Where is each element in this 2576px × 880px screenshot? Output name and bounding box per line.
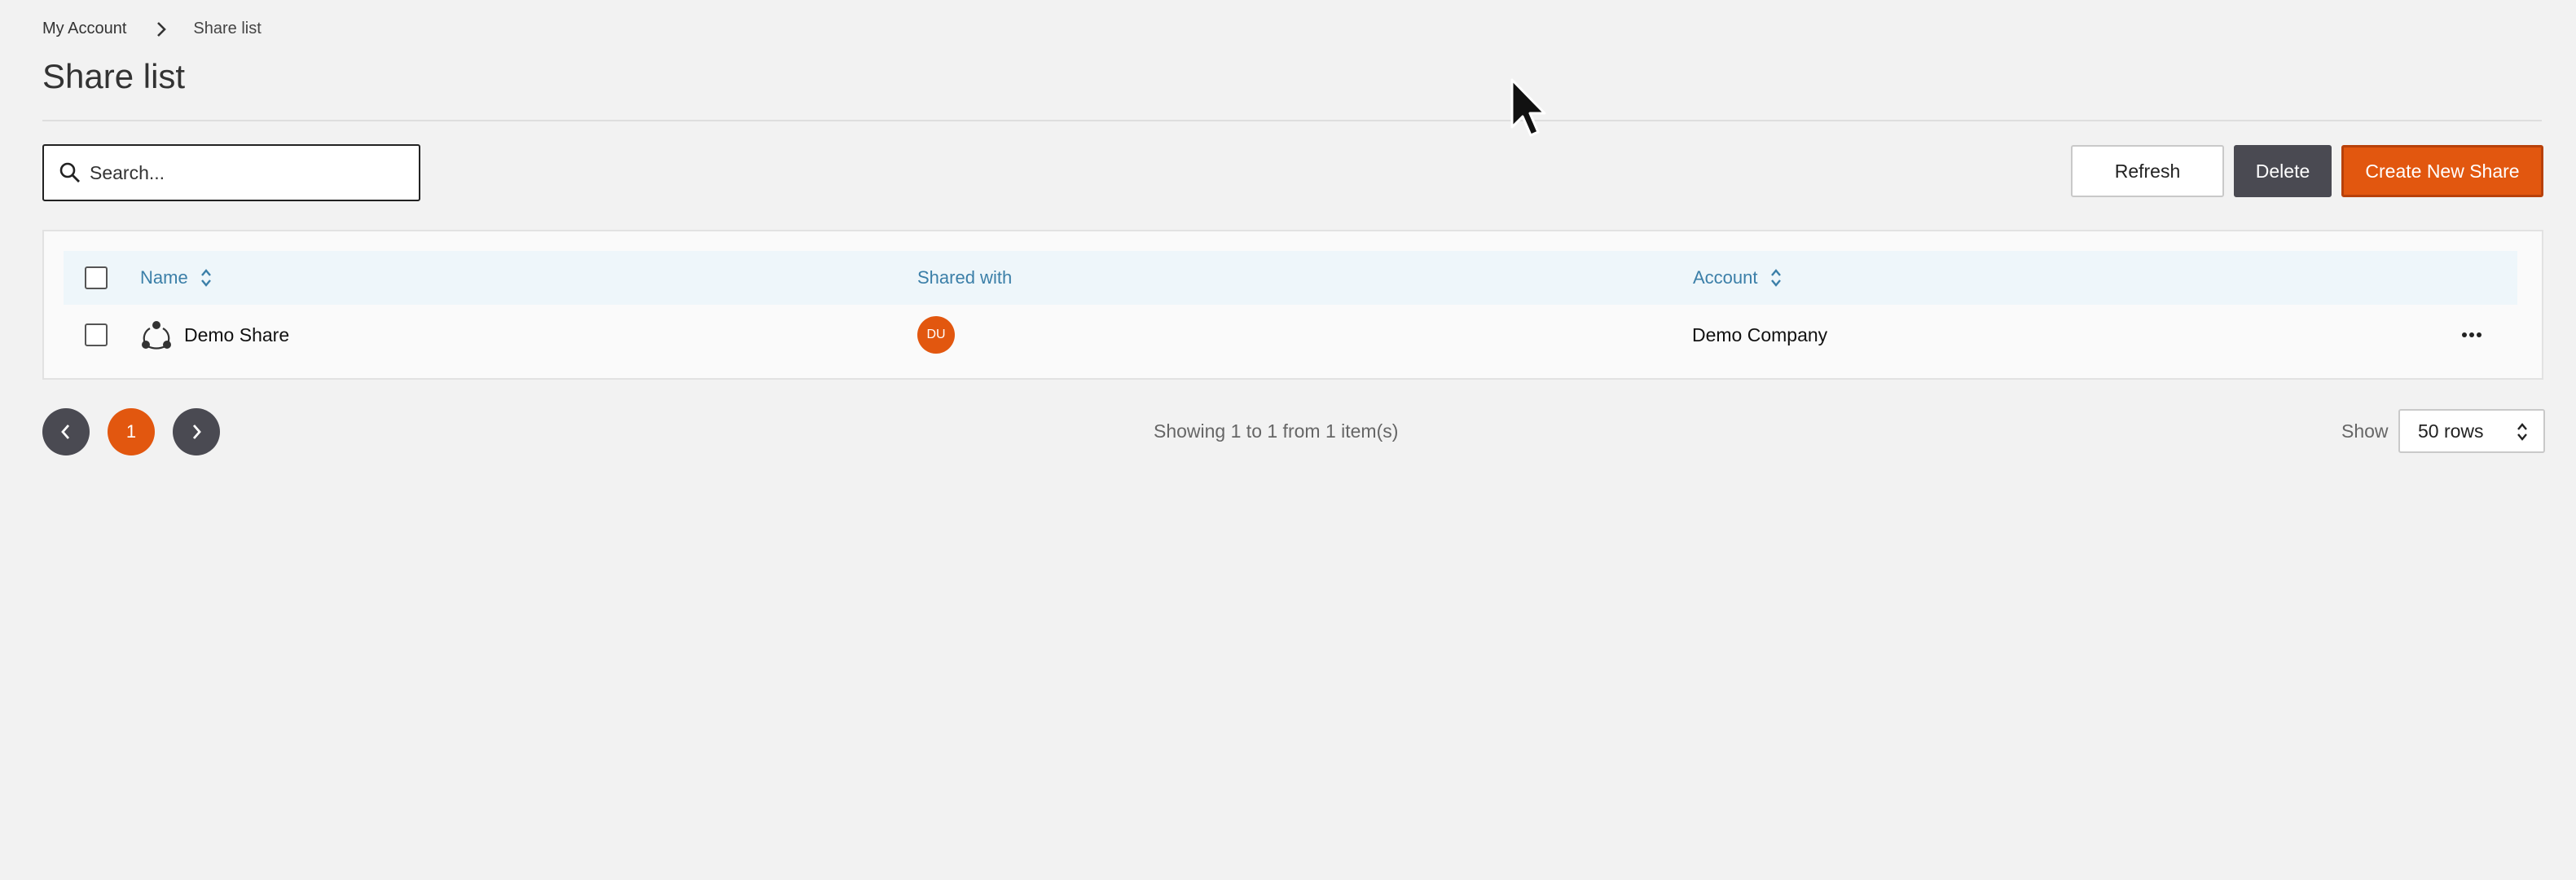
rows-per-page-label: Show	[2341, 420, 2389, 442]
table-header: Name Shared with Account	[64, 251, 2517, 305]
row-name-cell[interactable]: Demo Share	[140, 306, 289, 363]
next-page-button[interactable]	[173, 408, 220, 455]
page: My Account Share list Share list Refresh…	[0, 0, 2576, 880]
column-header-name[interactable]: Name	[140, 251, 213, 305]
delete-button[interactable]: Delete	[2234, 145, 2332, 197]
chevron-left-icon	[61, 425, 70, 439]
page-button-current[interactable]: 1	[108, 408, 155, 455]
table-row[interactable]: Demo Share DU Demo Company	[64, 306, 2517, 363]
column-header-account-label: Account	[1693, 267, 1758, 288]
column-header-name-label: Name	[140, 267, 188, 288]
row-account-cell: Demo Company	[1692, 306, 1827, 363]
avatar[interactable]: DU	[917, 316, 955, 354]
chevron-right-icon	[152, 20, 170, 38]
share-network-icon	[140, 319, 173, 351]
sort-icon[interactable]	[200, 267, 213, 288]
toolbar: Refresh Delete Create New Share	[2071, 145, 2543, 197]
sort-icon[interactable]	[1769, 267, 1783, 288]
more-horizontal-icon[interactable]	[2457, 320, 2486, 350]
search-icon	[59, 161, 81, 184]
pagination-summary: Showing 1 to 1 from 1 item(s)	[1154, 420, 1399, 442]
page-title: Share list	[42, 57, 186, 95]
select-all-cell	[85, 251, 108, 305]
column-header-account[interactable]: Account	[1693, 251, 1783, 305]
select-caret-icon	[2516, 420, 2529, 443]
row-account: Demo Company	[1692, 323, 1828, 345]
breadcrumb-my-account[interactable]: My Account	[42, 20, 126, 38]
refresh-button[interactable]: Refresh	[2071, 145, 2224, 197]
previous-page-button[interactable]	[42, 408, 90, 455]
chevron-right-icon	[192, 425, 201, 439]
create-new-share-button[interactable]: Create New Share	[2341, 145, 2543, 197]
select-all-checkbox[interactable]	[85, 266, 108, 289]
breadcrumb: My Account Share list	[42, 20, 262, 38]
column-header-shared-with: Shared with	[917, 251, 1012, 305]
title-divider	[42, 120, 2542, 121]
row-actions-cell	[2457, 306, 2486, 363]
search-input[interactable]	[90, 161, 415, 184]
rows-per-page-select[interactable]: 50 rows	[2398, 409, 2545, 453]
search-box[interactable]	[42, 144, 420, 201]
row-select-cell	[85, 306, 108, 363]
rows-per-page-value: 50 rows	[2418, 420, 2484, 442]
pagination: 1	[42, 408, 220, 455]
mouse-cursor-icon	[1510, 78, 1546, 137]
row-shared-with-cell: DU	[917, 306, 955, 363]
row-checkbox[interactable]	[85, 323, 108, 346]
breadcrumb-share-list: Share list	[193, 20, 262, 37]
row-name[interactable]: Demo Share	[184, 324, 289, 346]
share-table: Name Shared with Account Demo Share DU D…	[42, 230, 2543, 380]
column-header-shared-with-label: Shared with	[917, 267, 1013, 288]
